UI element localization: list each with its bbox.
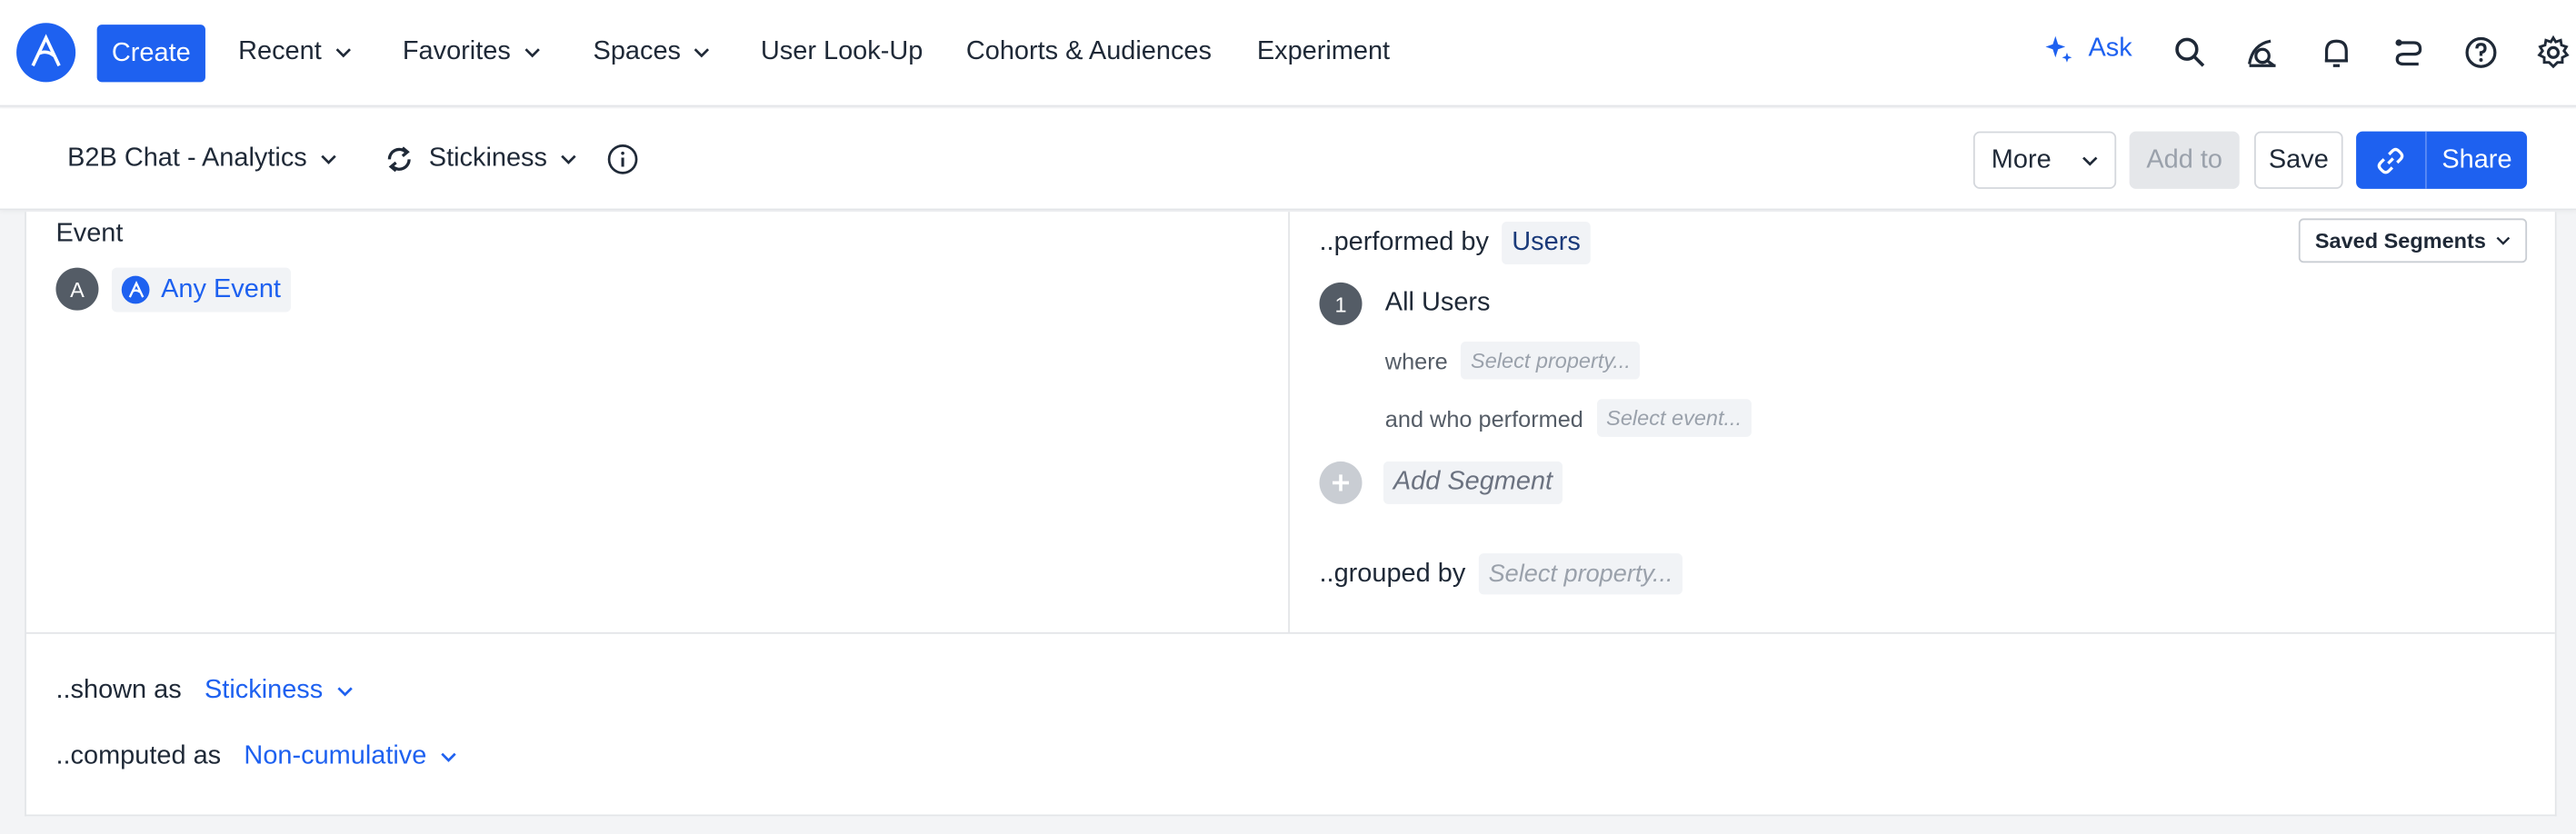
nav-experiment[interactable]: Experiment bbox=[1257, 33, 1390, 72]
segment-number-badge: 1 bbox=[1319, 282, 1363, 325]
nav-cohorts-label: Cohorts & Audiences bbox=[965, 37, 1212, 66]
computed-as-value: Non-cumulative bbox=[244, 742, 427, 770]
project-selector[interactable]: B2B Chat - Analytics bbox=[67, 141, 336, 177]
computed-as-dropdown[interactable]: Non-cumulative bbox=[244, 742, 456, 772]
shown-as-dropdown[interactable]: Stickiness bbox=[205, 677, 353, 707]
create-button[interactable]: Create bbox=[96, 25, 205, 83]
info-icon[interactable] bbox=[606, 143, 639, 175]
copy-link-button[interactable] bbox=[2356, 131, 2427, 189]
share-button-group: Share bbox=[2356, 131, 2528, 189]
shown-as-value: Stickiness bbox=[205, 676, 324, 705]
chevron-down-icon bbox=[335, 48, 351, 58]
route-icon[interactable] bbox=[2391, 35, 2427, 71]
chart-settings: ..shown as Stickiness ..computed as Non-… bbox=[25, 631, 2555, 816]
amplitude-logo-icon[interactable] bbox=[16, 23, 76, 83]
shown-as-label: ..shown as bbox=[55, 676, 182, 705]
project-label: B2B Chat - Analytics bbox=[67, 144, 307, 173]
nav-favorites-label: Favorites bbox=[402, 37, 511, 66]
ask-label: Ask bbox=[2088, 34, 2132, 63]
nav-recent[interactable]: Recent bbox=[238, 33, 351, 72]
bell-icon[interactable] bbox=[2319, 35, 2355, 71]
chart-type-selector[interactable]: Stickiness bbox=[383, 141, 576, 177]
search-icon[interactable] bbox=[2172, 35, 2209, 71]
segment-name[interactable]: All Users bbox=[1385, 289, 1491, 319]
performed-by-label: ..performed by bbox=[1319, 228, 1489, 256]
who-performed-label: and who performed bbox=[1384, 404, 1583, 432]
sparkle-icon bbox=[2045, 35, 2072, 63]
event-letter-badge: A bbox=[55, 267, 99, 311]
users-selector[interactable]: Users bbox=[1502, 222, 1591, 265]
share-button[interactable]: Share bbox=[2427, 132, 2527, 189]
computed-as-label: ..computed as bbox=[55, 742, 222, 770]
link-icon bbox=[2377, 146, 2404, 174]
grouped-by-property-select[interactable]: Select property... bbox=[1478, 553, 1683, 595]
segments-column: ..performed by Users Saved Segments 1 Al… bbox=[1292, 212, 2557, 632]
save-button[interactable]: Save bbox=[2254, 131, 2343, 189]
inspect-icon[interactable] bbox=[2244, 35, 2281, 71]
where-property-select[interactable]: Select property... bbox=[1461, 341, 1641, 380]
nav-cohorts-audiences[interactable]: Cohorts & Audiences bbox=[966, 33, 1212, 72]
chevron-down-icon bbox=[440, 752, 456, 762]
chevron-down-icon bbox=[524, 48, 540, 58]
add-segment-button[interactable]: Add Segment bbox=[1383, 461, 1563, 504]
more-dropdown[interactable]: More bbox=[1972, 131, 2117, 189]
top-navigation: Create Recent Favorites Spaces User Look… bbox=[0, 0, 2576, 107]
nav-experiment-label: Experiment bbox=[1256, 37, 1391, 66]
add-segment-plus-icon[interactable] bbox=[1319, 461, 1363, 504]
nav-spaces-label: Spaces bbox=[593, 37, 682, 66]
chevron-down-icon bbox=[2496, 236, 2511, 245]
saved-segments-label: Saved Segments bbox=[2314, 228, 2486, 253]
who-performed-event-select[interactable]: Select event... bbox=[1596, 399, 1752, 437]
chevron-down-icon bbox=[321, 154, 336, 164]
ask-button[interactable]: Ask bbox=[2042, 33, 2132, 65]
chevron-down-icon bbox=[336, 687, 352, 697]
chevron-down-icon bbox=[694, 48, 710, 58]
gear-icon[interactable] bbox=[2535, 35, 2571, 71]
where-row: where Select property... bbox=[1384, 341, 1641, 380]
saved-segments-dropdown[interactable]: Saved Segments bbox=[2298, 218, 2528, 263]
nav-user-lookup-label: User Look-Up bbox=[760, 37, 924, 66]
nav-favorites[interactable]: Favorites bbox=[403, 33, 540, 72]
chart-definition-panel: Event A Any Event ..performed by Users S… bbox=[25, 212, 2557, 817]
chevron-down-icon bbox=[2082, 155, 2098, 165]
stickiness-icon bbox=[387, 146, 411, 173]
shown-as-row: ..shown as Stickiness bbox=[55, 677, 352, 707]
grouped-by-label: ..grouped by bbox=[1319, 559, 1466, 588]
more-label: More bbox=[1991, 144, 2052, 174]
performed-by-row: ..performed by Users bbox=[1319, 222, 1591, 265]
help-icon[interactable] bbox=[2463, 35, 2500, 71]
nav-user-lookup[interactable]: User Look-Up bbox=[761, 33, 923, 72]
where-label: where bbox=[1384, 347, 1448, 374]
event-section-title: Event bbox=[55, 220, 124, 248]
event-name: Any Event bbox=[161, 274, 281, 303]
who-performed-row: and who performed Select event... bbox=[1385, 399, 1752, 437]
add-to-button[interactable]: Add to bbox=[2129, 131, 2240, 189]
chart-header-bar: B2B Chat - Analytics Stickiness More Add… bbox=[0, 108, 2576, 211]
nav-recent-label: Recent bbox=[238, 37, 322, 66]
nav-spaces[interactable]: Spaces bbox=[594, 33, 711, 72]
chevron-down-icon bbox=[561, 154, 576, 164]
chart-type-label: Stickiness bbox=[428, 144, 547, 173]
event-chip[interactable]: Any Event bbox=[111, 267, 291, 313]
amplitude-event-icon bbox=[121, 275, 150, 304]
events-column: Event A Any Event bbox=[26, 212, 1290, 632]
computed-as-row: ..computed as Non-cumulative bbox=[55, 742, 456, 772]
grouped-by-row: ..grouped by Select property... bbox=[1319, 553, 1683, 595]
